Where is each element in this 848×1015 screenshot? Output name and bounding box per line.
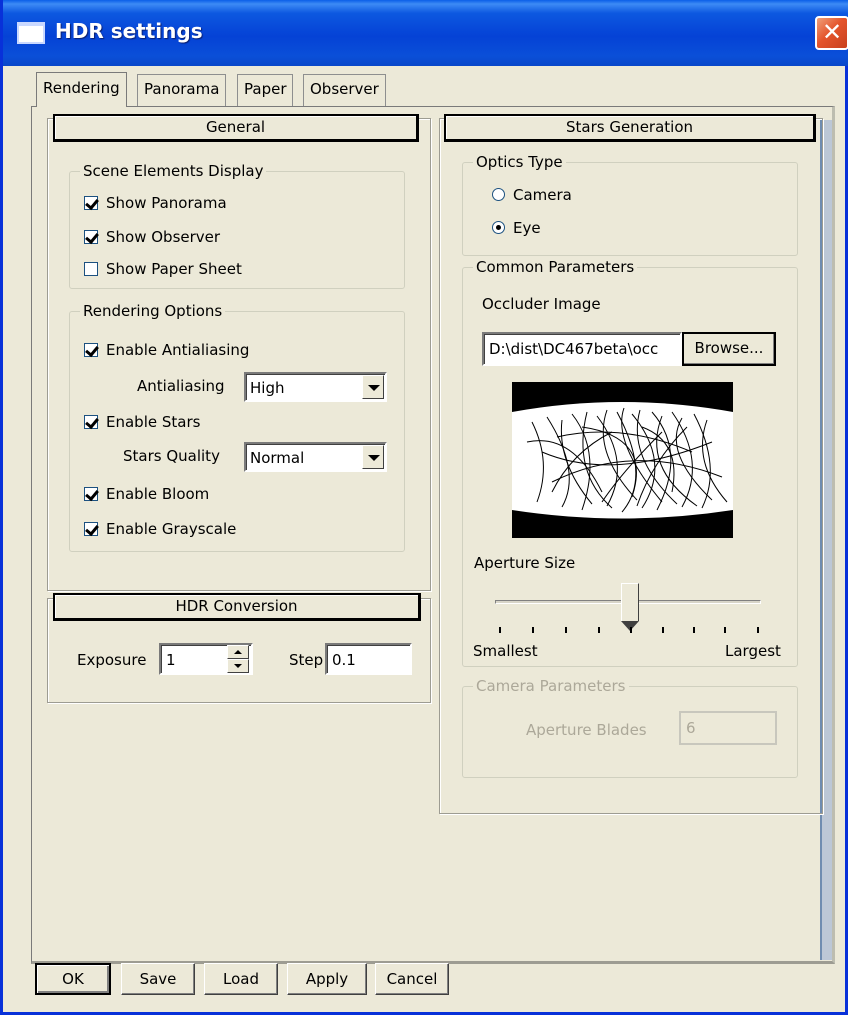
checkbox-checked-icon[interactable]	[84, 487, 98, 501]
enable-grayscale-checkbox[interactable]: Enable Grayscale	[84, 520, 236, 540]
slider-tick	[499, 627, 501, 633]
ok-button[interactable]: OK	[35, 963, 111, 995]
load-button[interactable]: Load	[204, 963, 278, 995]
slider-tick	[630, 627, 632, 633]
hdr-settings-window: HDR settings ✕ Rendering Panorama Paper …	[0, 0, 848, 1015]
stepper-down-icon[interactable]	[227, 659, 249, 673]
checkbox-checked-icon[interactable]	[84, 522, 98, 536]
cancel-button[interactable]: Cancel	[375, 963, 449, 995]
enable-grayscale-label: Enable Grayscale	[106, 520, 237, 538]
step-label: Step	[289, 651, 324, 669]
optics-eye-radio[interactable]: Eye	[492, 219, 541, 237]
smallest-label: Smallest	[473, 642, 538, 660]
enable-stars-label: Enable Stars	[106, 413, 201, 431]
occluder-path-input[interactable]: D:\dist\DC467beta\occ	[482, 332, 682, 366]
show-observer-label: Show Observer	[106, 228, 221, 246]
scene-elements-label: Scene Elements Display	[80, 162, 267, 180]
aperture-blades-input[interactable]: 6	[679, 711, 777, 745]
eye-radio-label: Eye	[513, 219, 541, 237]
optics-type-label: Optics Type	[473, 153, 566, 171]
general-header: General	[53, 114, 419, 142]
exposure-stepper[interactable]	[227, 645, 249, 673]
enable-antialiasing-checkbox[interactable]: Enable Antialiasing	[84, 341, 249, 361]
stars-quality-select[interactable]: Normal	[244, 442, 387, 472]
common-parameters-label: Common Parameters	[473, 258, 638, 276]
aperture-size-label: Aperture Size	[474, 554, 576, 572]
slider-tick	[565, 627, 567, 633]
aperture-slider-thumb[interactable]	[621, 583, 639, 631]
enable-bloom-label: Enable Bloom	[106, 485, 210, 503]
stepper-up-icon[interactable]	[227, 645, 249, 659]
browse-button[interactable]: Browse...	[682, 332, 776, 366]
slider-tick	[724, 627, 726, 633]
largest-label: Largest	[725, 642, 781, 660]
enable-antialiasing-label: Enable Antialiasing	[106, 341, 250, 359]
checkbox-checked-icon[interactable]	[84, 343, 98, 357]
antialiasing-label: Antialiasing	[137, 377, 225, 395]
chevron-down-icon[interactable]	[362, 375, 384, 399]
show-observer-checkbox[interactable]: Show Observer	[84, 228, 220, 248]
stars-quality-value: Normal	[250, 449, 305, 467]
camera-radio-label: Camera	[513, 186, 572, 204]
radio-on-icon[interactable]	[492, 221, 505, 234]
optics-camera-radio[interactable]: Camera	[492, 186, 572, 204]
save-button[interactable]: Save	[121, 963, 195, 995]
antialiasing-value: High	[250, 379, 285, 397]
window-title: HDR settings	[55, 19, 203, 43]
antialiasing-select[interactable]: High	[244, 372, 387, 402]
slider-tick	[662, 627, 664, 633]
apply-button[interactable]: Apply	[287, 963, 367, 995]
enable-stars-checkbox[interactable]: Enable Stars	[84, 413, 200, 433]
enable-bloom-checkbox[interactable]: Enable Bloom	[84, 485, 209, 505]
show-paper-sheet-label: Show Paper Sheet	[106, 260, 242, 278]
slider-tick	[598, 627, 600, 633]
camera-parameters-label: Camera Parameters	[473, 677, 629, 695]
tab-paper[interactable]: Paper	[237, 74, 294, 106]
chevron-down-icon[interactable]	[362, 445, 384, 469]
show-panorama-label: Show Panorama	[106, 194, 227, 212]
occluder-image-label: Occluder Image	[482, 295, 601, 313]
radio-off-icon[interactable]	[492, 188, 505, 201]
slider-tick	[757, 627, 759, 633]
checkbox-checked-icon[interactable]	[84, 230, 98, 244]
aperture-blades-label: Aperture Blades	[526, 721, 647, 739]
checkbox-checked-icon[interactable]	[84, 196, 98, 210]
rendering-options-label: Rendering Options	[80, 302, 226, 320]
exposure-label: Exposure	[77, 651, 147, 669]
checkbox-checked-icon[interactable]	[84, 415, 98, 429]
close-button[interactable]: ✕	[815, 16, 848, 50]
tab-rendering[interactable]: Rendering	[36, 72, 127, 107]
slider-tick	[532, 627, 534, 633]
show-paper-sheet-checkbox[interactable]: Show Paper Sheet	[84, 260, 242, 280]
optics-type-group: Optics Type	[462, 153, 798, 256]
checkbox-unchecked-icon[interactable]	[84, 262, 98, 276]
step-input[interactable]: 0.1	[325, 643, 412, 675]
title-bar[interactable]: HDR settings ✕	[3, 0, 848, 66]
stars-quality-label: Stars Quality	[123, 447, 220, 465]
window-icon	[17, 22, 45, 44]
hdr-conversion-header: HDR Conversion	[53, 593, 421, 621]
show-panorama-checkbox[interactable]: Show Panorama	[84, 194, 227, 214]
slider-tick	[693, 627, 695, 633]
stars-generation-header: Stars Generation	[444, 114, 816, 142]
tab-panorama[interactable]: Panorama	[137, 74, 227, 106]
tab-observer[interactable]: Observer	[303, 74, 386, 106]
occluder-preview-image	[512, 382, 733, 538]
